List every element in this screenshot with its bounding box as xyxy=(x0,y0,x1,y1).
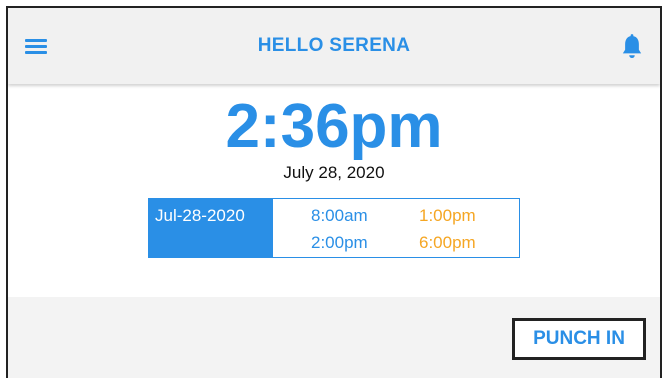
shift-start-time: 2:00pm xyxy=(311,233,368,252)
app-header: HELLO SERENA xyxy=(8,8,660,84)
current-time: 2:36pm xyxy=(225,92,443,161)
current-date: July 28, 2020 xyxy=(283,163,385,182)
shift-end-time: 6:00pm xyxy=(419,233,476,252)
punch-in-button[interactable]: PUNCH IN xyxy=(512,318,646,360)
greeting-title: HELLO SERENA xyxy=(257,35,411,56)
schedule-table: Jul-28-2020 8:00am 1:00pm 2:00pm 6:00pm xyxy=(148,198,520,258)
shift-end-time: 1:00pm xyxy=(419,206,476,225)
shift-start-time: 8:00am xyxy=(311,206,368,225)
app-frame: HELLO SERENA 2:36pm July 28, 2020 Jul-28… xyxy=(6,6,662,378)
bell-icon[interactable] xyxy=(621,34,643,60)
schedule-date: Jul-28-2020 xyxy=(149,199,273,257)
